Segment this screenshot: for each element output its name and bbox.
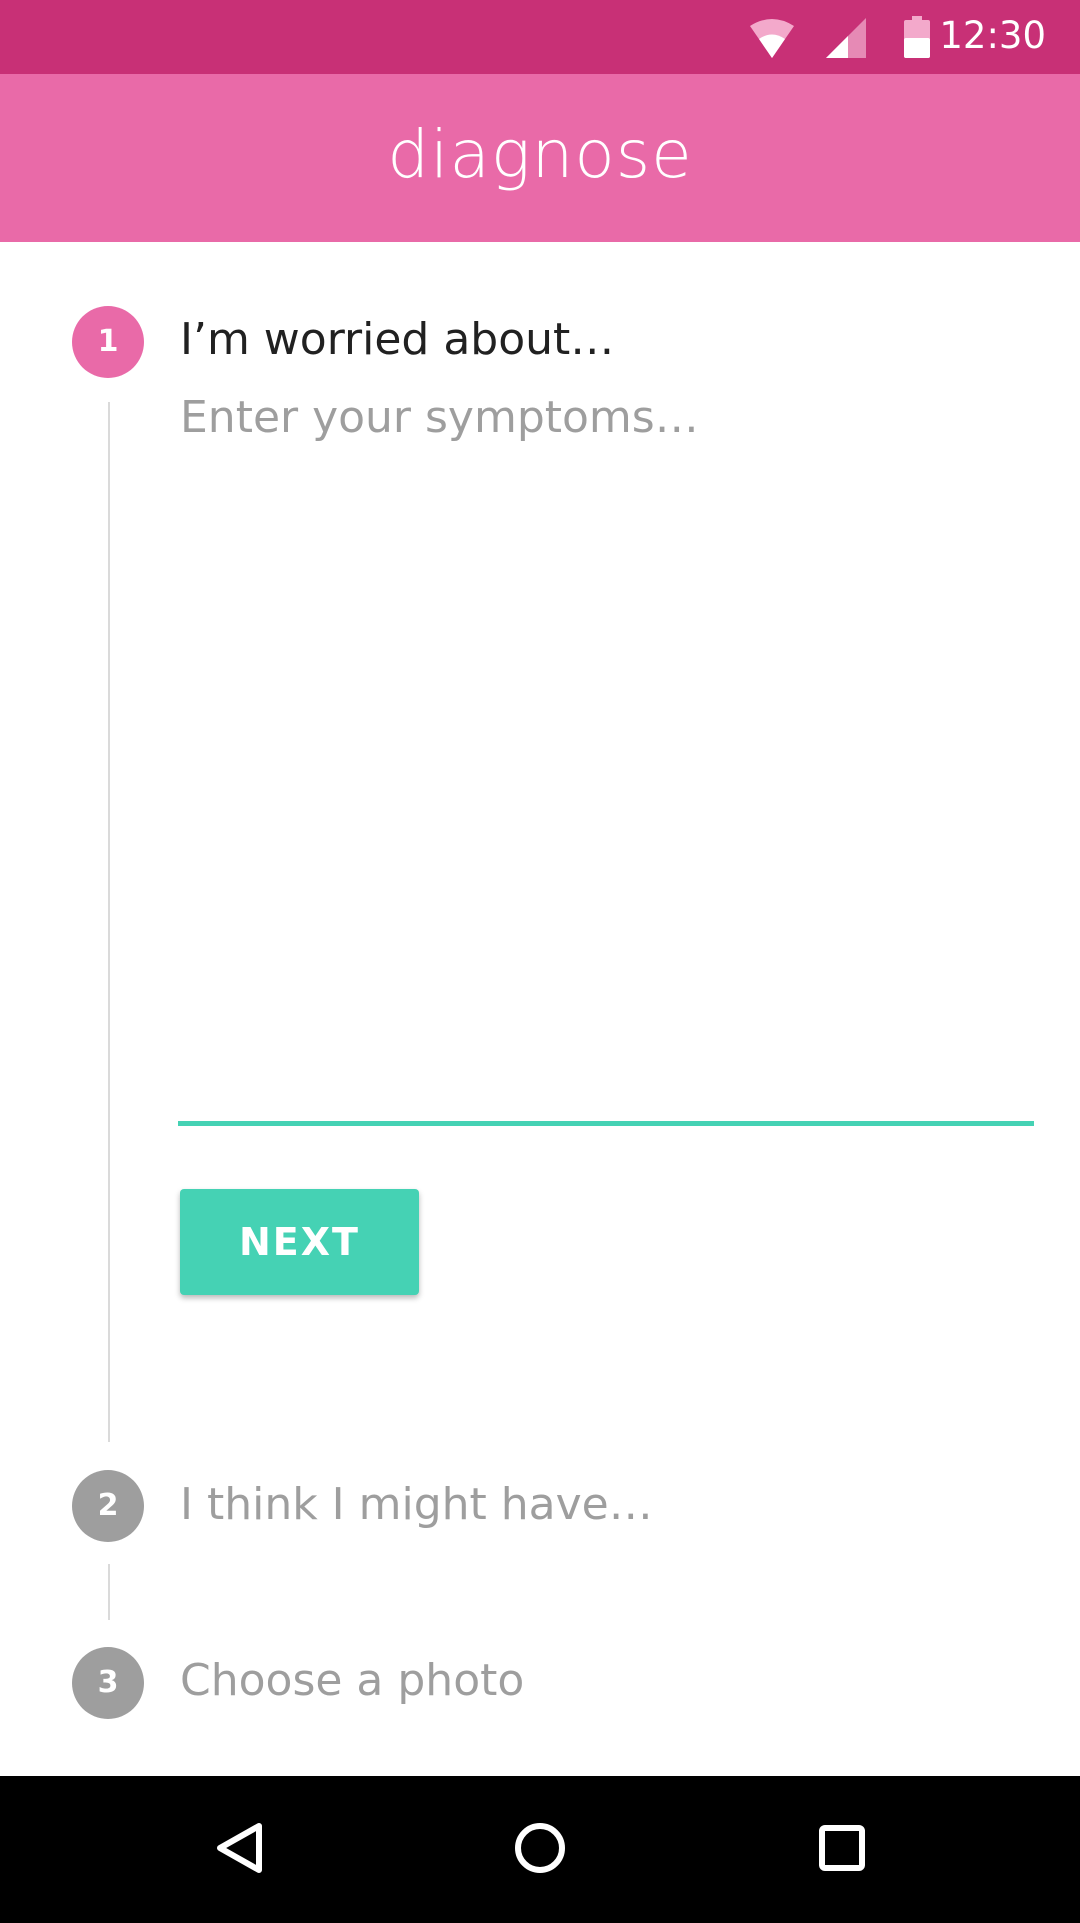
status-bar: 12:30 (0, 0, 1080, 74)
signal-icon (826, 18, 866, 58)
step-2-number: 2 (72, 1470, 144, 1542)
app-bar: diagnose (0, 74, 1080, 242)
wifi-icon (750, 18, 794, 58)
app-screen: 12:30 diagnose 1 I’m worried about… NEXT… (0, 0, 1080, 1923)
step-connector-1 (108, 402, 110, 1442)
step-connector-2 (108, 1564, 110, 1620)
home-button[interactable] (490, 1798, 590, 1898)
navigation-bar (0, 1776, 1080, 1923)
home-icon (515, 1823, 565, 1873)
back-button[interactable] (190, 1798, 290, 1898)
next-button[interactable]: NEXT (180, 1189, 419, 1295)
symptoms-input-underline (178, 1121, 1034, 1126)
symptoms-input[interactable] (180, 390, 1033, 1110)
step-3-title[interactable]: Choose a photo (180, 1653, 524, 1709)
app-title: diagnose (387, 116, 693, 193)
recents-button[interactable] (792, 1798, 892, 1898)
step-3-number: 3 (72, 1647, 144, 1719)
step-1-title[interactable]: I’m worried about… (180, 312, 614, 368)
status-time: 12:30 (939, 14, 1046, 57)
back-icon (217, 1823, 262, 1873)
step-2-title[interactable]: I think I might have… (180, 1477, 653, 1533)
battery-icon (904, 16, 930, 58)
recents-icon (819, 1825, 865, 1871)
step-1-number: 1 (72, 306, 144, 378)
